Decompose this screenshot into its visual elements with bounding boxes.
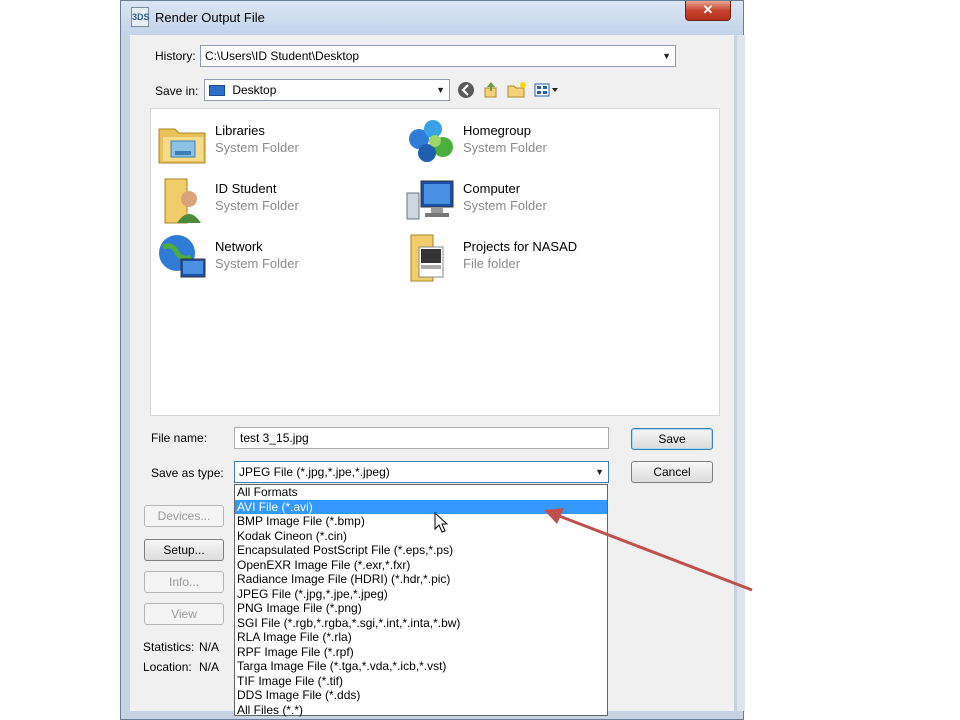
file-type: File folder: [463, 256, 521, 271]
file-name: ID Student: [215, 181, 277, 196]
history-value: C:\Users\ID Student\Desktop: [205, 49, 360, 63]
devices-button[interactable]: Devices...: [144, 505, 224, 527]
statistics-value: N/A: [199, 640, 220, 654]
file-item-id-student[interactable]: ID Student System Folder: [157, 175, 387, 225]
cancel-button[interactable]: Cancel: [631, 461, 713, 483]
desktop-icon: [209, 85, 225, 97]
file-item-libraries[interactable]: Libraries System Folder: [157, 117, 387, 167]
homegroup-icon: [405, 117, 457, 167]
file-name: Projects for NASAD: [463, 239, 578, 254]
window-scrollbar[interactable]: [737, 35, 745, 711]
info-button[interactable]: Info...: [144, 571, 224, 593]
file-type: System Folder: [215, 256, 299, 271]
app-logo-icon: 3DS: [131, 7, 150, 27]
file-type: System Folder: [463, 140, 547, 155]
computer-icon: [405, 175, 457, 225]
file-name: Network: [215, 239, 263, 254]
save-button[interactable]: Save: [631, 428, 713, 450]
file-name: Homegroup: [463, 123, 531, 138]
history-dropdown[interactable]: C:\Users\ID Student\Desktop ▼: [200, 45, 676, 67]
chevron-down-icon: ▼: [436, 85, 445, 95]
option-tif-file[interactable]: TIF Image File (*.tif): [235, 674, 607, 689]
option-sgi-file[interactable]: SGI File (*.rgb,*.rgba,*.sgi,*.int,*.int…: [235, 616, 607, 631]
option-all-formats[interactable]: All Formats: [235, 485, 607, 500]
title-bar[interactable]: 3DS Render Output File ✕: [121, 1, 743, 35]
option-all-files[interactable]: All Files (*.*): [235, 703, 607, 718]
libraries-icon: [157, 117, 209, 167]
annotation-arrow-icon: [544, 508, 753, 592]
file-item-network[interactable]: Network System Folder: [157, 233, 387, 283]
save-as-type-dropdown[interactable]: JPEG File (*.jpg,*.jpe,*.jpeg) ▼: [234, 461, 609, 483]
mouse-cursor-icon: [434, 512, 449, 533]
user-folder-icon: [157, 175, 209, 225]
file-item-projects-for-nasad[interactable]: Projects for NASAD File folder: [405, 233, 635, 283]
save-in-label: Save in:: [155, 84, 199, 98]
save-as-type-label: Save as type:: [151, 466, 224, 480]
close-button[interactable]: ✕: [685, 1, 731, 21]
save-in-dropdown[interactable]: Desktop ▼: [204, 79, 450, 101]
option-rla-file[interactable]: RLA Image File (*.rla): [235, 630, 607, 645]
location-label: Location:: [143, 660, 192, 674]
file-type: System Folder: [463, 198, 547, 213]
option-png-file[interactable]: PNG Image File (*.png): [235, 601, 607, 616]
new-folder-icon[interactable]: [507, 81, 526, 99]
file-name: Libraries: [215, 123, 265, 138]
option-rpf-file[interactable]: RPF Image File (*.rpf): [235, 645, 607, 660]
file-item-homegroup[interactable]: Homegroup System Folder: [405, 117, 635, 167]
network-icon: [157, 233, 209, 283]
chevron-down-icon: ▼: [595, 467, 604, 477]
dialog-title: Render Output File: [155, 10, 265, 25]
history-label: History:: [155, 49, 196, 63]
view-button[interactable]: View: [144, 603, 224, 625]
file-name-label: File name:: [151, 431, 208, 445]
view-menu-icon[interactable]: [533, 81, 561, 99]
folder-icon: [405, 233, 457, 283]
file-name-input[interactable]: test 3_15.jpg: [234, 427, 609, 449]
chevron-down-icon: ▼: [662, 51, 671, 61]
back-icon[interactable]: [457, 81, 475, 99]
location-value: N/A: [199, 660, 220, 674]
setup-button[interactable]: Setup...: [144, 539, 224, 561]
file-name: Computer: [463, 181, 521, 196]
file-type: System Folder: [215, 198, 299, 213]
save-as-type-value: JPEG File (*.jpg,*.jpe,*.jpeg): [239, 465, 390, 479]
file-item-computer[interactable]: Computer System Folder: [405, 175, 635, 225]
statistics-label: Statistics:: [143, 640, 195, 654]
file-list-pane[interactable]: Libraries System Folder Homegroup System…: [150, 108, 720, 416]
file-type: System Folder: [215, 140, 299, 155]
up-folder-icon[interactable]: [482, 81, 500, 99]
save-in-value: Desktop: [232, 83, 277, 97]
option-targa-file[interactable]: Targa Image File (*.tga,*.vda,*.icb,*.vs…: [235, 659, 607, 674]
option-dds-file[interactable]: DDS Image File (*.dds): [235, 688, 607, 703]
